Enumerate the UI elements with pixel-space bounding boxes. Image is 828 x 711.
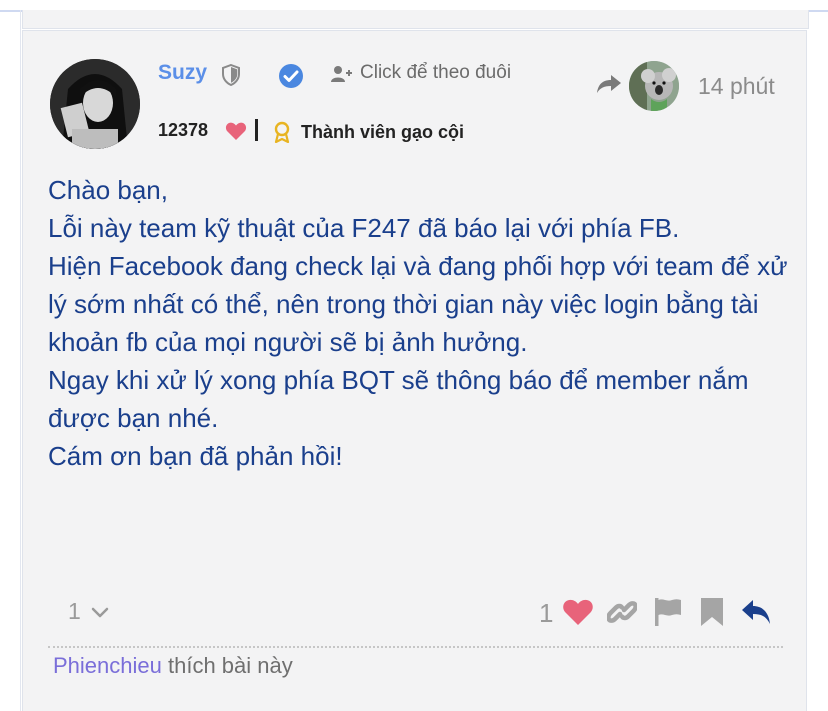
link-icon[interactable] <box>606 597 638 632</box>
left-rail <box>20 10 21 711</box>
heart-icon <box>225 121 247 146</box>
flag-icon[interactable] <box>653 597 683 632</box>
medal-icon <box>272 121 292 148</box>
like-count[interactable]: 1 <box>539 598 553 629</box>
liked-by-line: Phienchieu thích bài này <box>53 653 293 679</box>
liked-divider <box>48 646 783 648</box>
liked-by-user[interactable]: Phienchieu <box>53 653 162 678</box>
post-body: Chào bạn, Lỗi này team kỹ thuật của F247… <box>48 175 788 471</box>
meta-divider <box>255 119 258 141</box>
verified-icon <box>278 63 304 94</box>
bookmark-icon[interactable] <box>700 597 724 632</box>
previous-post-edge <box>22 10 809 29</box>
post-card: Suzy Click để theo đuôi 14 phút 12378 Th… <box>22 30 807 711</box>
add-user-icon[interactable] <box>330 65 352 88</box>
like-button[interactable] <box>562 598 594 631</box>
shield-icon <box>221 63 241 91</box>
author-username[interactable]: Suzy <box>158 61 207 85</box>
reply-to-avatar[interactable] <box>629 61 679 111</box>
post-time[interactable]: 14 phút <box>698 73 775 100</box>
reply-count[interactable]: 1 <box>68 598 81 625</box>
share-arrow-icon <box>596 73 622 100</box>
reply-icon[interactable] <box>741 599 773 632</box>
user-rank[interactable]: Thành viên gạo cội <box>301 122 464 143</box>
liked-by-suffix: thích bài này <box>161 653 293 678</box>
author-avatar[interactable] <box>50 59 140 149</box>
follow-button[interactable]: Click để theo đuôi <box>360 62 511 84</box>
chevron-down-icon[interactable] <box>91 606 109 624</box>
user-score: 12378 <box>158 120 209 140</box>
